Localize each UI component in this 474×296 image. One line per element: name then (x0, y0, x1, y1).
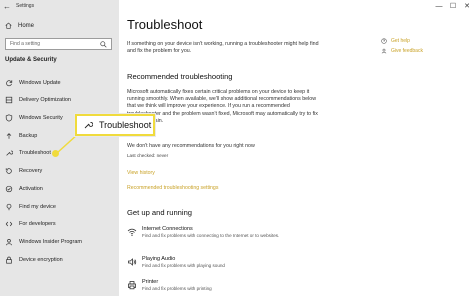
callout-dot (52, 150, 59, 157)
wrench-icon (84, 122, 93, 129)
callout-label: Troubleshoot (99, 120, 152, 130)
callout-troubleshoot: Troubleshoot (75, 114, 155, 136)
callout-connector (56, 133, 79, 154)
